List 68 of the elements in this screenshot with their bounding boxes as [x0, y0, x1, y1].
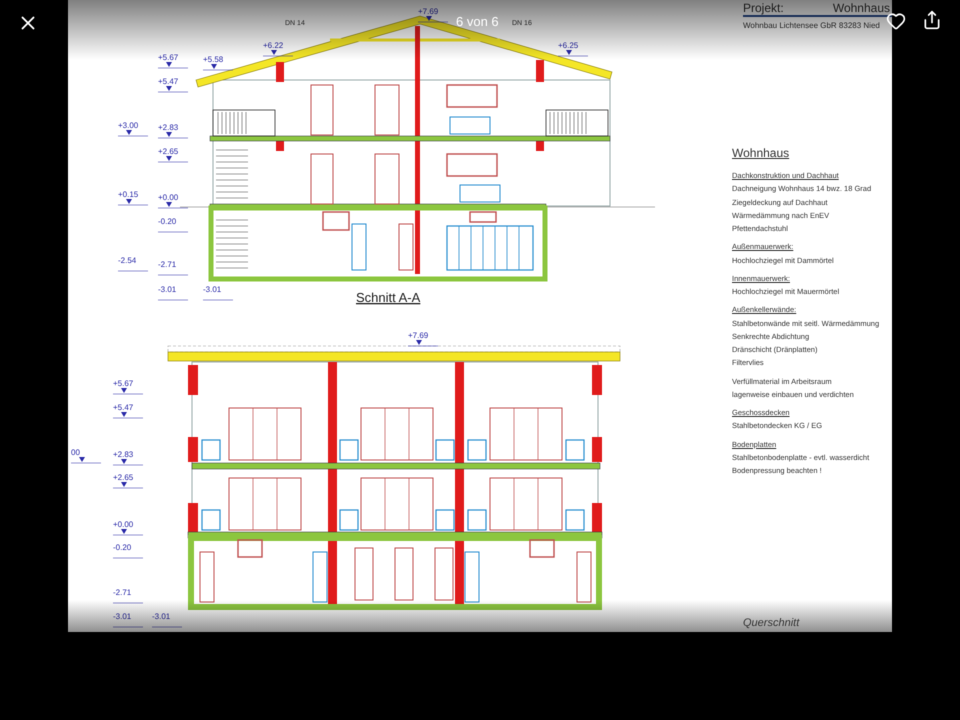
elevation-label: +2.83	[158, 123, 188, 138]
project-name: Wohnhaus	[832, 1, 890, 15]
elevation-label: -0.20	[158, 217, 188, 232]
section-title: Schnitt A-A	[356, 290, 420, 305]
elevation-label: -3.01	[152, 612, 182, 628]
elevation-label: +0.00	[112, 520, 144, 536]
share-icon	[922, 10, 942, 30]
furniture-drawing	[565, 439, 585, 461]
balcony-railing-drawing	[212, 110, 276, 136]
elevation-label: -2.71	[158, 260, 188, 276]
door-drawing	[394, 548, 414, 600]
door-drawing	[354, 548, 374, 600]
furniture-drawing	[435, 439, 455, 461]
elevation-label: 00	[70, 448, 102, 464]
furniture-drawing	[339, 509, 359, 531]
shelf-drawing	[200, 552, 214, 602]
furniture-drawing	[467, 509, 487, 531]
door-drawing	[374, 154, 400, 204]
notes-title: Wohnhaus	[732, 145, 790, 162]
furniture-drawing	[339, 439, 359, 461]
elevation-label: +2.65	[158, 147, 188, 162]
table-drawing	[460, 184, 500, 202]
elevation-label: -3.01	[112, 612, 144, 628]
door-drawing	[434, 548, 454, 600]
elevation-label: +6.22	[262, 41, 294, 56]
table-drawing	[450, 116, 490, 134]
drawing-caption: Querschnitt	[743, 616, 801, 630]
elevation-label: +5.58	[202, 55, 234, 70]
elevation-label: +0.00	[158, 193, 188, 208]
project-label: Projekt:	[743, 1, 784, 15]
elevation-label: +5.67	[158, 53, 188, 68]
elevation-label: -3.01	[202, 285, 234, 300]
window-drawing	[446, 84, 498, 108]
elevation-label: -0.20	[112, 543, 144, 558]
cabinet-drawing	[312, 552, 328, 602]
elevation-label: +5.47	[112, 403, 144, 418]
furniture-drawing	[201, 509, 221, 531]
elevation-label: +0.15	[118, 190, 148, 206]
window-drawing	[237, 539, 263, 558]
window-drawing	[529, 539, 555, 558]
project-address: Wohnbau Lichtensee GbR 83283 Nied	[743, 20, 881, 32]
elevation-label: -2.54	[118, 256, 148, 272]
furniture-drawing	[467, 439, 487, 461]
window-drawing	[322, 211, 350, 231]
shelf-drawing	[398, 224, 414, 270]
elevation-label: +7.69	[408, 331, 438, 346]
elevation-label: -3.01	[158, 285, 188, 300]
elevation-label: +6.25	[558, 41, 588, 56]
cabinet-drawing	[352, 224, 366, 270]
balcony-railing-drawing	[546, 110, 608, 136]
door-drawing	[310, 84, 334, 136]
furniture-drawing	[201, 439, 221, 461]
window-drawing	[446, 153, 498, 177]
door-drawing	[374, 84, 400, 136]
elevation-label: +5.47	[158, 77, 188, 92]
elevation-label: +2.65	[112, 473, 144, 488]
elevation-label: +7.69	[418, 7, 448, 22]
furniture-drawing	[435, 509, 455, 531]
furniture-drawing	[565, 509, 585, 531]
shelf-drawing	[576, 552, 592, 602]
elevation-label: +3.00	[118, 121, 148, 136]
elevation-label: -2.71	[112, 588, 144, 604]
elevation-label: +5.67	[112, 379, 144, 394]
door-drawing	[310, 154, 334, 204]
elevation-label: +2.83	[112, 450, 144, 466]
image-counter: 6 von 6	[456, 13, 499, 31]
cabinet-drawing	[464, 552, 480, 602]
window-drawing	[469, 211, 497, 223]
